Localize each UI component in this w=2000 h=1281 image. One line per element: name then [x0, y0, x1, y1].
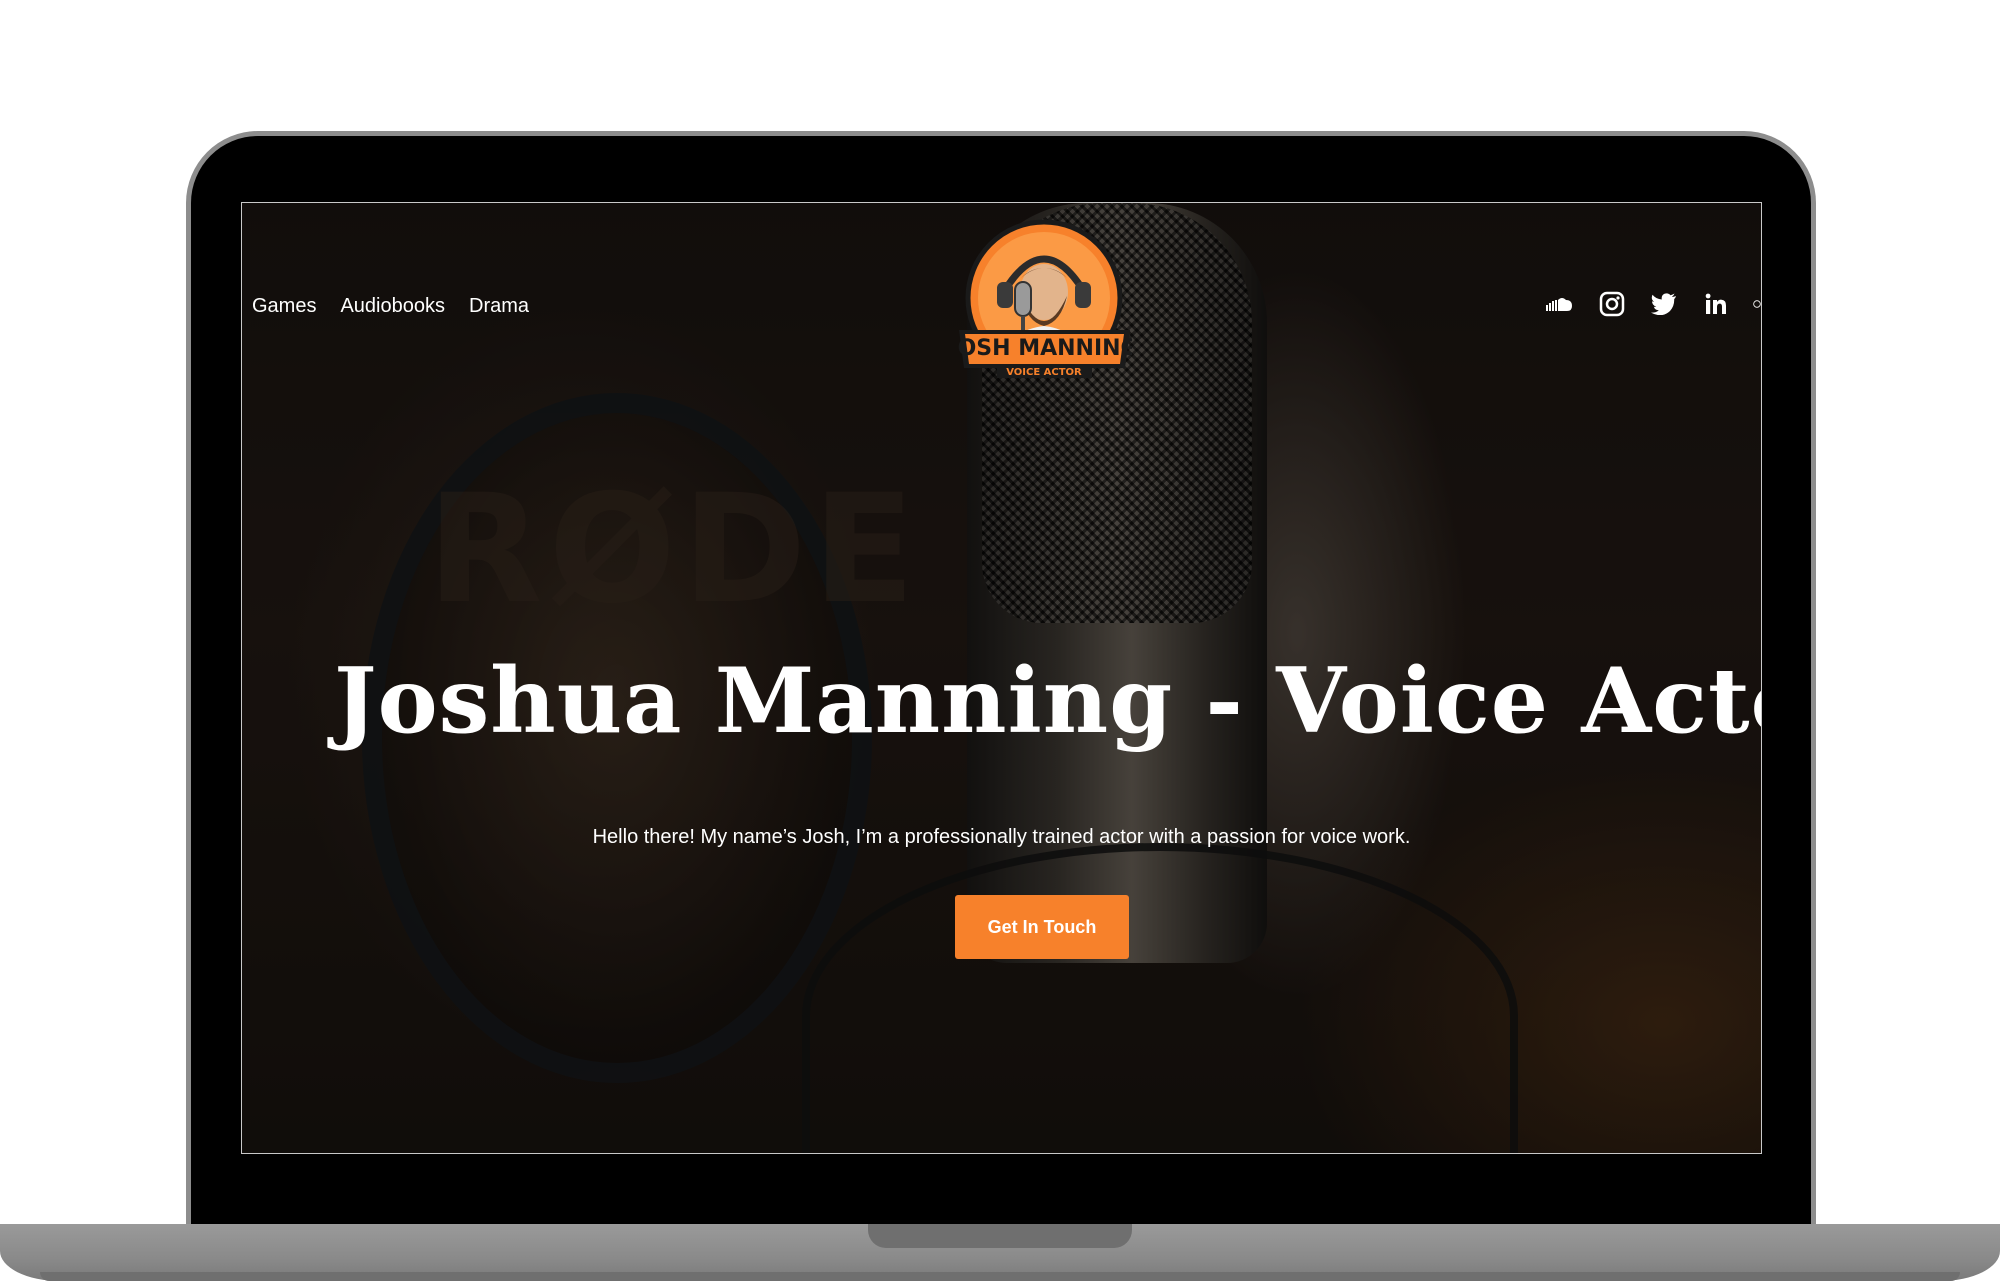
hero-title: Joshua Manning - Voice Actor — [334, 648, 1762, 754]
logo-badge-icon: JOSH MANNING VOICE ACTOR — [947, 219, 1139, 378]
logo-text-role: VOICE ACTOR — [1006, 367, 1082, 378]
logo-text-name: JOSH MANNING — [957, 336, 1132, 361]
laptop-opening-notch — [868, 1224, 1132, 1248]
main-nav: Games Audiobooks Drama — [252, 295, 529, 318]
site-logo[interactable]: JOSH MANNING VOICE ACTOR — [947, 218, 1139, 398]
twitter-icon[interactable] — [1649, 289, 1679, 319]
soundcloud-icon[interactable] — [1545, 289, 1575, 319]
extra-social-icon[interactable] — [1753, 289, 1761, 319]
website-screen: RØDE Games Audiobooks Drama JOSH MANNING… — [241, 202, 1762, 1154]
get-in-touch-button[interactable]: Get In Touch — [955, 895, 1129, 959]
nav-item-drama[interactable]: Drama — [469, 295, 529, 318]
nav-item-games[interactable]: Games — [252, 295, 316, 318]
nav-item-audiobooks[interactable]: Audiobooks — [340, 295, 445, 318]
linkedin-icon[interactable] — [1701, 289, 1731, 319]
hero-subtitle: Hello there! My name’s Josh, I’m a profe… — [592, 826, 1411, 848]
instagram-icon[interactable] — [1597, 289, 1627, 319]
laptop-base-foot — [40, 1272, 1960, 1281]
social-links — [1545, 289, 1761, 319]
